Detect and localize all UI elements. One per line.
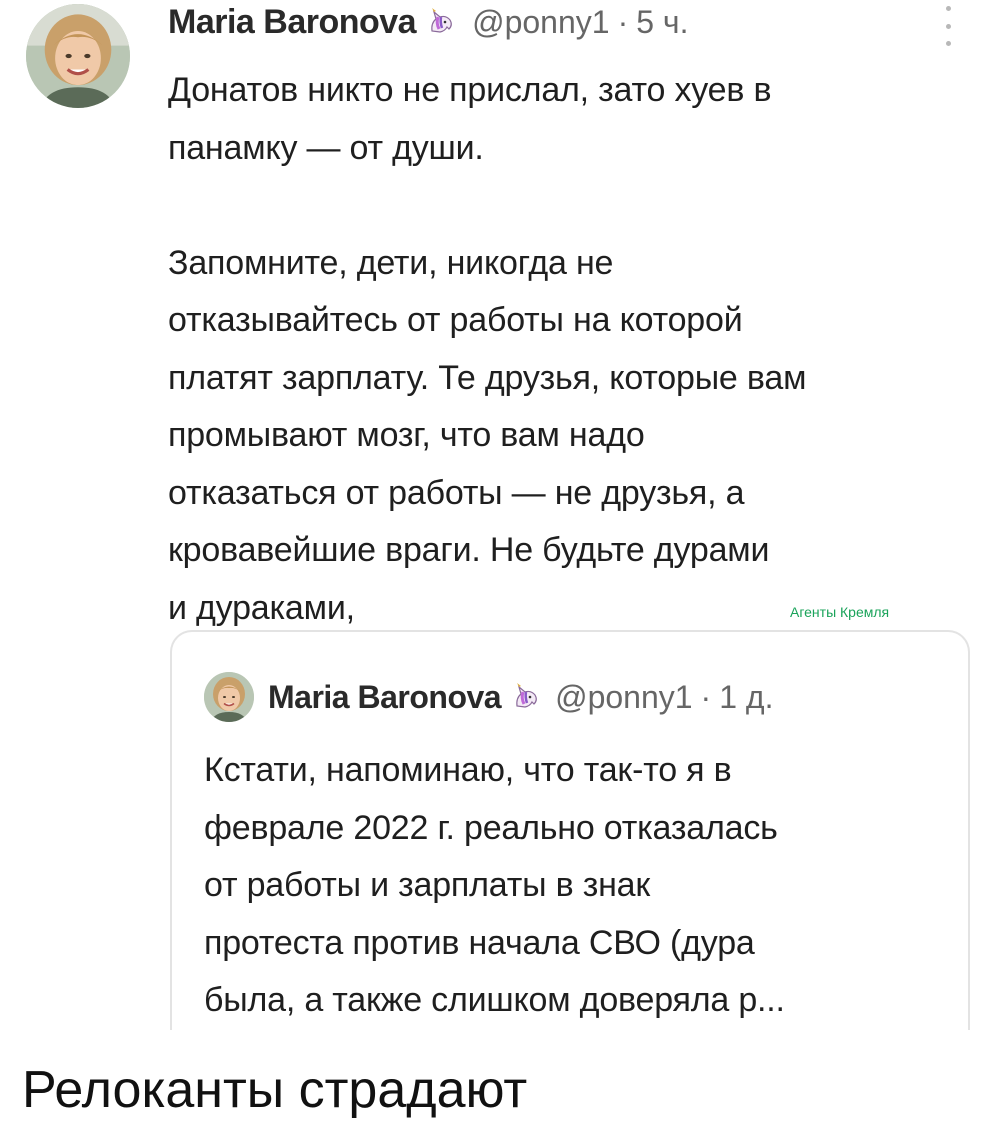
watermark: Агенты Кремля [790,604,890,620]
tweet: Maria Baronova @ponny1 · 5 ч. Донатов ни… [0,0,1000,1040]
quoted-tweet-card[interactable]: Maria Baronova @ponny1 · 1 д. Кстати, на… [170,630,970,1030]
quoted-author-avatar[interactable] [204,672,254,722]
quoted-post-time[interactable]: 1 д. [719,679,773,716]
more-options-icon[interactable] [938,6,958,46]
meme-caption: Релоканты страдают [22,1061,528,1119]
separator-dot: · [617,3,629,40]
tweet-text: Донатов никто не прислал, зато хуев в па… [168,71,807,627]
profile-photo-icon [26,4,130,108]
profile-photo-icon [204,672,254,722]
post-time[interactable]: 5 ч. [636,4,688,41]
separator-dot: · [700,678,712,715]
quoted-tweet-header: Maria Baronova @ponny1 · 1 д. [204,672,773,722]
unicorn-icon [426,7,456,37]
quoted-author-name[interactable]: Maria Baronova [268,679,502,716]
quoted-tweet-text: Кстати, напоминаю, что так-то я в феврал… [204,751,785,1019]
author-avatar[interactable] [26,4,130,108]
unicorn-icon [511,682,541,712]
quoted-author-handle[interactable]: @ponny1 [555,679,692,716]
tweet-header: Maria Baronova @ponny1 · 5 ч. [168,2,688,42]
author-handle[interactable]: @ponny1 [472,4,609,41]
author-name[interactable]: Maria Baronova [168,3,417,42]
